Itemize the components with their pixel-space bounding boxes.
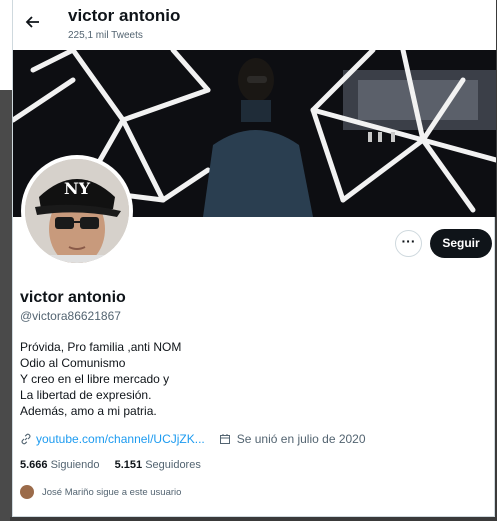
back-button[interactable] (23, 14, 43, 34)
followers-label: Seguidores (145, 459, 201, 471)
following-link[interactable]: 5.666 Siguiendo (20, 459, 100, 471)
bottom-edge (10, 517, 497, 521)
profile-avatar[interactable]: NY (21, 155, 133, 267)
following-label: Siguiendo (50, 459, 100, 471)
bio-line: Y creo en el libre mercado y (20, 372, 170, 386)
join-date: Se unió en julio de 2020 (236, 432, 366, 446)
more-options-button[interactable]: ··· (395, 230, 422, 257)
profile-page: victor antonio 225,1 mil Tweets NY ··· S… (12, 0, 496, 517)
followed-by[interactable]: José Mariño sigue a este usuario (20, 485, 181, 499)
profile-handle: @victora86621867 (20, 309, 121, 323)
header-title: victor antonio (68, 6, 181, 25)
arrow-left-icon (25, 16, 39, 28)
followers-link[interactable]: 5.151 Seguidores (115, 459, 201, 471)
screenshot-frame: victor antonio 225,1 mil Tweets NY ··· S… (0, 0, 497, 521)
svg-text:NY: NY (64, 179, 91, 198)
bio-line: Odio al Comunismo (20, 356, 126, 370)
profile-name: victor antonio (20, 289, 126, 306)
bio-line: La libertad de expresión. (20, 388, 152, 402)
followers-count: 5.151 (114, 459, 143, 471)
followed-by-text: José Mariño sigue a este usuario (42, 486, 182, 498)
following-count: 5.666 (20, 459, 48, 471)
follow-counts: 5.666 Siguiendo 5.151 Seguidores (20, 459, 201, 471)
left-margin (0, 0, 12, 90)
link-icon (21, 433, 31, 445)
tweet-count: 225,1 mil Tweets (68, 30, 143, 41)
profile-meta: youtube.com/channel/UCJjZK... Se unió en… (20, 432, 366, 446)
follower-avatar (20, 485, 34, 499)
follow-button[interactable]: Seguir (430, 229, 492, 258)
bio-line: Próvida, Pro familia ,anti NOM (20, 340, 182, 354)
profile-link[interactable]: youtube.com/channel/UCJjZK... (36, 432, 205, 446)
left-shadow (0, 90, 12, 521)
profile-bio: Próvida, Pro familia ,anti NOM Odio al C… (20, 339, 181, 419)
bio-line: Además, amo a mi patria. (20, 404, 157, 418)
calendar-icon (219, 434, 230, 444)
profile-header: victor antonio 225,1 mil Tweets (13, 0, 496, 50)
avatar-photo: NY (25, 159, 129, 263)
